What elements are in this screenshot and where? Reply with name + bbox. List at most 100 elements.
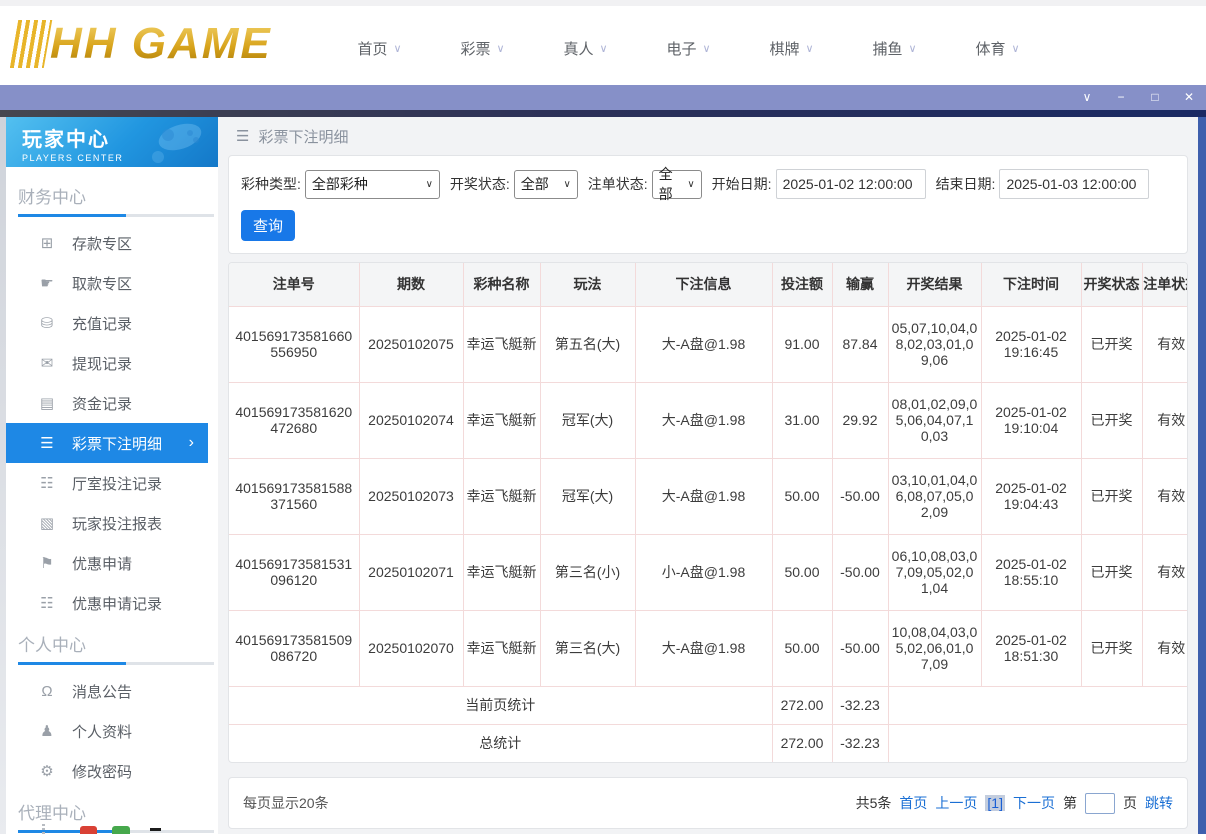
table-cell: 大-A盘@1.98 [634,306,772,383]
sidebar-item-promo-record[interactable]: ☷ 优惠申请记录 [6,583,218,623]
black-dash-fragment [150,828,161,831]
jump-action-link[interactable]: 跳转 [1145,793,1173,813]
summary-row-current-page: 当前页统计 272.00 -32.23 [229,686,1187,725]
sidebar-item-label: 资金记录 [72,395,133,413]
chevron-down-icon: ∨ [1011,43,1020,55]
table-cell: 08,01,02,09,05,06,04,07,10,03 [887,382,981,459]
sidebar-item-withdraw[interactable]: ☛ 取款专区 [6,263,218,303]
summary-label: 当前页统计 [229,686,772,725]
table-cell: 大-A盘@1.98 [634,610,772,687]
window-maximize-button[interactable]: □ [1138,85,1172,110]
promo-flag-icon: ⚑ [40,555,54,572]
site-header: HH GAME 首页 ∨ 彩票 ∨ 真人 ∨ 电子 ∨ 棋牌 ∨ 捕鱼 ∨ 体育 ∨ [0,0,1206,85]
sidebar-item-promo-apply[interactable]: ⚑ 优惠申请 [6,543,218,583]
order-status-select[interactable]: 全部 ∨ [651,166,702,202]
window-close-button[interactable]: ✕ [1172,85,1206,110]
desktop-peek-fragments [42,824,202,834]
sidebar-item-label: 消息公告 [72,683,133,701]
draw-status-select[interactable]: 全部 ∨ [513,169,578,199]
chevron-down-icon: ∨ [425,178,433,190]
nav-item-label: 捕鱼 [872,41,903,58]
nav-item-live[interactable]: 真人 ∨ [534,38,637,59]
sidebar-item-label: 充值记录 [72,315,133,333]
nav-item-label: 体育 [975,41,1006,58]
sidebar-item-label: 存款专区 [72,235,133,253]
jump-label-before: 第 [1063,795,1077,811]
app-window: HH GAME 首页 ∨ 彩票 ∨ 真人 ∨ 电子 ∨ 棋牌 ∨ 捕鱼 ∨ 体育 ∨ ∨ − □ ✕ 玩家… [0,0,1206,840]
window-minimize-button[interactable]: − [1104,85,1138,110]
sidebar-item-funds-record[interactable]: ▤ 资金记录 [6,383,218,423]
pagination-controls: 共5条 首页 上一页 [1] 下一页 第 页 跳转 [855,792,1173,814]
page-jump-input[interactable] [1085,792,1115,814]
sidebar-item-label: 厅室投注记录 [72,475,163,493]
sidebar-item-label: 个人资料 [72,723,133,741]
nav-item-fishing[interactable]: 捕鱼 ∨ [843,38,946,59]
summary-row-total: 总统计 272.00 -32.23 [229,724,1187,762]
nav-item-home[interactable]: 首页 ∨ [328,38,431,59]
main-content: ☰ 彩票下注明细 彩种类型: 全部彩种 ∨ 开奖状态: 全部 ∨ 注单状态: 全… [218,117,1198,834]
nav-item-boardgames[interactable]: 棋牌 ∨ [740,38,843,59]
lottery-type-select[interactable]: 全部彩种 ∨ [304,169,440,199]
sidebar-item-withdrawal-record[interactable]: ✉ 提现记录 [6,343,218,383]
sidebar-item-label: 提现记录 [72,355,133,373]
sidebar-item-lottery-bet-detail[interactable]: ☰ 彩票下注明细 › [6,423,208,463]
table-cell: 幸运飞艇新 [462,306,540,383]
first-page-link[interactable]: 首页 [899,793,927,813]
end-date-input[interactable] [999,169,1150,199]
nav-item-slots[interactable]: 电子 ∨ [637,38,740,59]
sidebar-item-label: 优惠申请 [72,555,133,573]
sidebar-item-player-bet-report[interactable]: ▧ 玩家投注报表 [6,503,218,543]
table-cell: 有效 [1141,458,1187,535]
table-cell: 有效 [1141,306,1187,383]
col-header-lottery-name: 彩种名称 [462,263,540,307]
jump-label-after: 页 [1123,795,1137,811]
col-header-bet-info: 下注信息 [634,263,772,307]
col-header-draw-result: 开奖结果 [887,263,981,307]
sidebar-item-hall-bet-record[interactable]: ☷ 厅室投注记录 [6,463,218,503]
nav-item-lottery[interactable]: 彩票 ∨ [431,38,534,59]
sidebar-item-announcements[interactable]: Ω 消息公告 [6,671,218,711]
nav-item-sports[interactable]: 体育 ∨ [946,38,1049,59]
dots-fragment [42,824,45,834]
table-cell: 第三名(大) [539,610,635,687]
breadcrumb: ☰ 彩票下注明细 [228,117,1188,155]
window-dropdown-icon[interactable]: ∨ [1070,85,1104,110]
table-cell: 401569173581509086720 [229,610,359,687]
table-cell: 91.00 [771,306,832,383]
sidebar-item-deposit[interactable]: ⊞ 存款专区 [6,223,218,263]
sidebar-item-change-password[interactable]: ⚙ 修改密码 [6,751,218,791]
next-page-link[interactable]: 下一页 [1013,793,1055,813]
hamburger-icon[interactable]: ☰ [236,127,249,145]
total-count-text: 共5条 [855,795,892,811]
lottery-type-value: 全部彩种 [311,176,368,192]
table-cell: 已开奖 [1080,534,1142,611]
table-cell: 已开奖 [1080,610,1142,687]
nav-item-label: 彩票 [460,41,491,58]
prev-page-link[interactable]: 上一页 [935,793,977,813]
brand-logo[interactable]: HH GAME [9,19,272,68]
gamepad-icon [152,123,202,163]
order-status-value: 全部 [658,166,673,202]
brand-logo-text: HH GAME [50,19,272,68]
draw-status-value: 全部 [520,176,549,192]
summary-label: 总统计 [479,735,522,752]
sidebar-item-profile[interactable]: ♟ 个人资料 [6,711,218,751]
bell-icon: Ω [41,682,53,700]
col-header-bet-time: 下注时间 [980,263,1081,307]
logo-bars-decoration [9,20,53,68]
col-header-winloss: 输赢 [831,263,888,307]
banknotes-icon: ▤ [39,395,55,412]
gear-icon: ⚙ [40,763,54,780]
sidebar-item-recharge-record[interactable]: ⛁ 充值记录 [6,303,218,343]
search-button[interactable]: 查询 [241,210,295,241]
draw-status-label: 开奖状态: [449,176,510,192]
table-row: 401569173581588371560 20250102073 幸运飞艇新 冠军(… [229,458,1187,535]
table-cell: 2025-01-02 19:10:04 [980,382,1081,459]
summary-winloss: -32.23 [831,724,888,762]
sidebar-item-label: 取款专区 [72,275,133,293]
sidebar-item-label: 优惠申请记录 [72,595,163,613]
nav-item-label: 首页 [357,41,388,58]
table-header: 注单号 期数 彩种名称 玩法 下注信息 投注额 输赢 开奖结果 下注时间 开奖状… [229,263,1187,307]
start-date-input[interactable] [775,169,926,199]
table-cell: 幸运飞艇新 [462,382,540,459]
